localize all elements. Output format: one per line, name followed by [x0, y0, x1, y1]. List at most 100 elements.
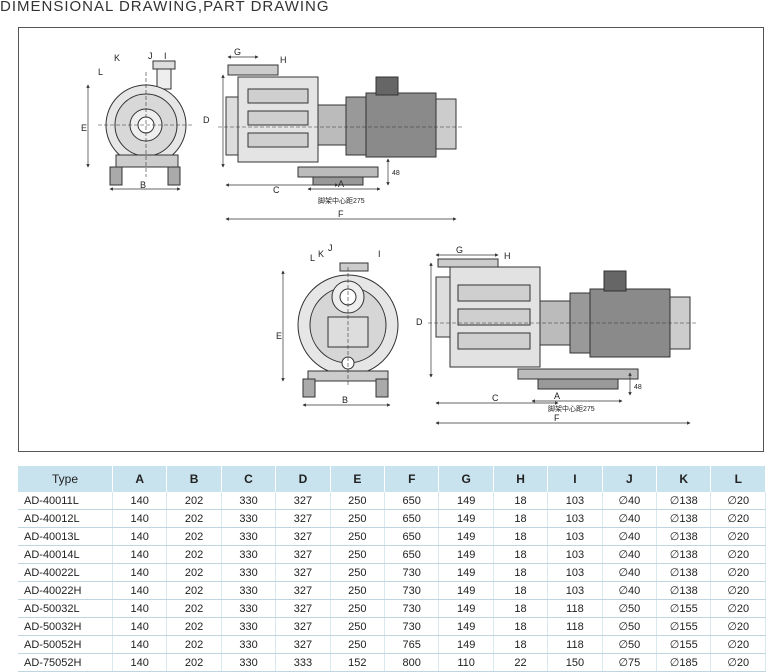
- value-cell: 149: [438, 617, 494, 636]
- label-I: I: [378, 249, 381, 259]
- value-cell: 330: [221, 599, 277, 618]
- table-body: AD-40011L 140 202 330 327 250 650 149 18 103 ∅40 ∅1…: [18, 492, 766, 672]
- value-cell: 103: [547, 563, 603, 582]
- dim-48: 48: [392, 170, 400, 177]
- value-cell: ∅20: [710, 599, 766, 618]
- value-cell: 250: [330, 635, 386, 654]
- value-cell: 103: [547, 545, 603, 564]
- value-cell: 149: [438, 545, 494, 564]
- value-cell: 730: [384, 563, 440, 582]
- spec-table: Type A B C D E F G H I J K L AD-40011L 14…: [18, 466, 766, 672]
- value-cell: 110: [438, 653, 494, 672]
- value-cell: ∅20: [710, 545, 766, 564]
- value-cell: ∅138: [656, 545, 712, 564]
- value-cell: 202: [166, 527, 222, 546]
- value-cell: 103: [547, 492, 603, 510]
- value-cell: ∅20: [710, 653, 766, 672]
- value-cell: ∅20: [710, 617, 766, 636]
- model-cell: AD-50032L: [18, 599, 113, 618]
- label-D: D: [416, 317, 423, 327]
- value-cell: 330: [221, 653, 277, 672]
- value-cell: 118: [547, 635, 603, 654]
- front-view-2: [297, 262, 399, 398]
- base-note: 脚架中心距275: [318, 196, 365, 205]
- value-cell: 18: [493, 563, 549, 582]
- label-G: G: [456, 245, 463, 255]
- label-H: H: [280, 55, 287, 65]
- value-cell: 202: [166, 545, 222, 564]
- value-cell: ∅155: [656, 617, 712, 636]
- value-cell: 800: [384, 653, 440, 672]
- value-cell: ∅40: [602, 563, 658, 582]
- value-cell: ∅138: [656, 527, 712, 546]
- value-cell: 149: [438, 581, 494, 600]
- table-row: AD-40022H 140 202 330 327 250 730 149 18 103 ∅40 ∅1…: [18, 581, 766, 600]
- value-cell: 140: [112, 527, 168, 546]
- value-cell: 140: [112, 617, 168, 636]
- value-cell: 18: [493, 635, 549, 654]
- model-cell: AD-50052H: [18, 635, 113, 654]
- value-cell: 18: [493, 492, 549, 510]
- label-J: J: [328, 243, 333, 253]
- value-cell: ∅185: [656, 653, 712, 672]
- value-cell: ∅20: [710, 635, 766, 654]
- table-row: AD-50052H 140 202 330 327 250 765 149 18 118 ∅50 ∅1…: [18, 635, 766, 654]
- value-cell: 149: [438, 563, 494, 582]
- model-cell: AD-40012L: [18, 509, 113, 528]
- label-E: E: [81, 123, 87, 133]
- value-cell: ∅155: [656, 635, 712, 654]
- header-cell: L: [710, 466, 766, 492]
- value-cell: ∅50: [602, 617, 658, 636]
- value-cell: 765: [384, 635, 440, 654]
- label-L: L: [98, 67, 103, 77]
- model-cell: AD-50032H: [18, 617, 113, 636]
- value-cell: 330: [221, 545, 277, 564]
- label-B: B: [140, 180, 146, 190]
- value-cell: 730: [384, 617, 440, 636]
- value-cell: 118: [547, 617, 603, 636]
- value-cell: ∅40: [602, 581, 658, 600]
- value-cell: 103: [547, 581, 603, 600]
- value-cell: 202: [166, 492, 222, 510]
- table-row: AD-40011L 140 202 330 327 250 650 149 18 103 ∅40 ∅1…: [18, 492, 766, 510]
- value-cell: 149: [438, 599, 494, 618]
- value-cell: 149: [438, 492, 494, 510]
- label-C: C: [492, 393, 499, 403]
- table-row: AD-50032L 140 202 330 327 250 730 149 18 118 ∅50 ∅1…: [18, 599, 766, 618]
- value-cell: 327: [275, 599, 331, 618]
- label-C: C: [273, 185, 280, 195]
- value-cell: 18: [493, 617, 549, 636]
- value-cell: 250: [330, 527, 386, 546]
- part-drawings: B E L K J I G H D C A 脚架中心距275 F 48 B E …: [81, 47, 698, 425]
- header-cell: K: [656, 466, 712, 492]
- side-view-1: [218, 64, 463, 186]
- value-cell: 202: [166, 599, 222, 618]
- value-cell: 650: [384, 545, 440, 564]
- value-cell: 330: [221, 492, 277, 510]
- value-cell: 327: [275, 563, 331, 582]
- model-cell: AD-40014L: [18, 545, 113, 564]
- value-cell: 140: [112, 635, 168, 654]
- value-cell: 327: [275, 545, 331, 564]
- value-cell: 152: [330, 653, 386, 672]
- value-cell: ∅20: [710, 492, 766, 510]
- value-cell: 330: [221, 635, 277, 654]
- model-cell: AD-40011L: [18, 492, 113, 510]
- value-cell: 149: [438, 635, 494, 654]
- header-cell: G: [438, 466, 494, 492]
- value-cell: 18: [493, 581, 549, 600]
- value-cell: ∅138: [656, 492, 712, 510]
- header-cell: I: [547, 466, 603, 492]
- label-B: B: [342, 395, 348, 405]
- table-row: AD-50032H 140 202 330 327 250 730 149 18 118 ∅50 ∅1…: [18, 617, 766, 636]
- value-cell: 140: [112, 581, 168, 600]
- value-cell: ∅50: [602, 635, 658, 654]
- value-cell: ∅40: [602, 545, 658, 564]
- value-cell: 327: [275, 581, 331, 600]
- value-cell: 730: [384, 599, 440, 618]
- value-cell: ∅50: [602, 599, 658, 618]
- value-cell: 118: [547, 599, 603, 618]
- value-cell: ∅20: [710, 563, 766, 582]
- value-cell: 330: [221, 617, 277, 636]
- value-cell: 333: [275, 653, 331, 672]
